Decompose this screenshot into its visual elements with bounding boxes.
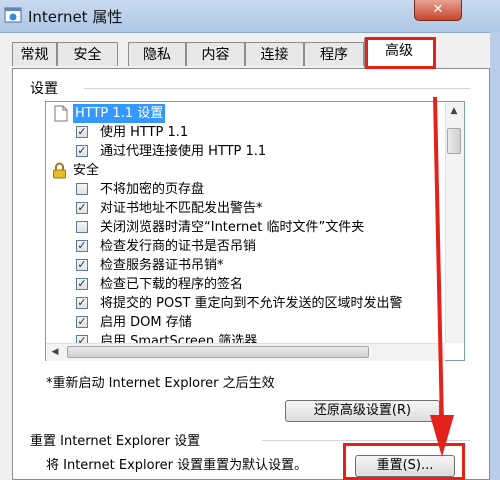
checkbox-checked[interactable]: ✓ bbox=[76, 278, 88, 290]
checkbox-checked[interactable]: ✓ bbox=[76, 126, 88, 138]
setting-label: 启用 DOM 存储 bbox=[100, 315, 192, 330]
setting-label: 检查服务器证书吊销* bbox=[100, 258, 224, 273]
reset-description: 将 Internet Explorer 设置重置为默认设置。 bbox=[46, 458, 308, 473]
page-icon bbox=[54, 105, 68, 122]
setting-label: 将提交的 POST 重定向到不允许发送的区域时发出警 bbox=[100, 296, 403, 311]
setting-label: 检查已下载的程序的签名 bbox=[100, 277, 244, 292]
checkbox-checked[interactable]: ✓ bbox=[76, 240, 88, 252]
checkbox-unchecked[interactable] bbox=[76, 221, 88, 233]
setting-label: 不将加密的页存盘 bbox=[100, 182, 205, 197]
checkbox-checked[interactable]: ✓ bbox=[76, 297, 88, 309]
tree-header-label: 安全 bbox=[73, 163, 100, 178]
tab-connections[interactable]: 连接 bbox=[245, 42, 304, 66]
restore-advanced-settings-button[interactable]: 还原高级设置(R) bbox=[285, 400, 440, 422]
checkbox-unchecked[interactable] bbox=[76, 183, 88, 195]
restart-note: *重新启动 Internet Explorer 之后生效 bbox=[46, 376, 275, 391]
tab-general[interactable]: 常规 bbox=[12, 42, 57, 66]
checkbox-checked[interactable]: ✓ bbox=[76, 316, 88, 328]
settings-group-label: 设置 bbox=[30, 81, 58, 97]
internet-options-icon bbox=[4, 7, 22, 23]
tab-privacy[interactable]: 隐私 bbox=[128, 42, 186, 66]
window-title: Internet 属性 bbox=[28, 8, 123, 26]
horizontal-scroll-thumb[interactable] bbox=[67, 346, 369, 358]
close-button[interactable]: ✕ bbox=[414, 0, 462, 21]
tree-header-label: HTTP 1.1 设置 bbox=[71, 103, 167, 124]
setting-label: 关闭浏览器时清空“Internet 临时文件”文件夹 bbox=[100, 220, 365, 235]
tab-content[interactable]: 内容 bbox=[186, 42, 245, 66]
reset-group-label: 重置 Internet Explorer 设置 bbox=[30, 434, 201, 449]
group-divider bbox=[84, 88, 470, 89]
tab-programs[interactable]: 程序 bbox=[304, 42, 364, 66]
setting-label: 通过代理连接使用 HTTP 1.1 bbox=[100, 144, 267, 159]
annotation-highlight-tab bbox=[365, 37, 436, 69]
checkbox-checked[interactable]: ✓ bbox=[76, 259, 88, 271]
checkbox-checked[interactable]: ✓ bbox=[76, 145, 88, 157]
window-frame bbox=[490, 32, 500, 480]
setting-label: 对证书地址不匹配发出警告* bbox=[100, 201, 263, 216]
scroll-left-arrow-icon[interactable]: ◀ bbox=[47, 344, 63, 360]
settings-tree[interactable]: HTTP 1.1 设置 ✓ 使用 HTTP 1.1 ✓ 通过代理连接使用 HTT… bbox=[45, 101, 465, 361]
setting-label: 使用 HTTP 1.1 bbox=[100, 125, 189, 140]
setting-label: 检查发行商的证书是否吊销 bbox=[100, 239, 257, 254]
tab-security[interactable]: 安全 bbox=[57, 42, 118, 66]
lock-icon bbox=[53, 162, 66, 179]
checkbox-checked[interactable]: ✓ bbox=[76, 202, 88, 214]
annotation-arrow-icon bbox=[430, 96, 454, 457]
